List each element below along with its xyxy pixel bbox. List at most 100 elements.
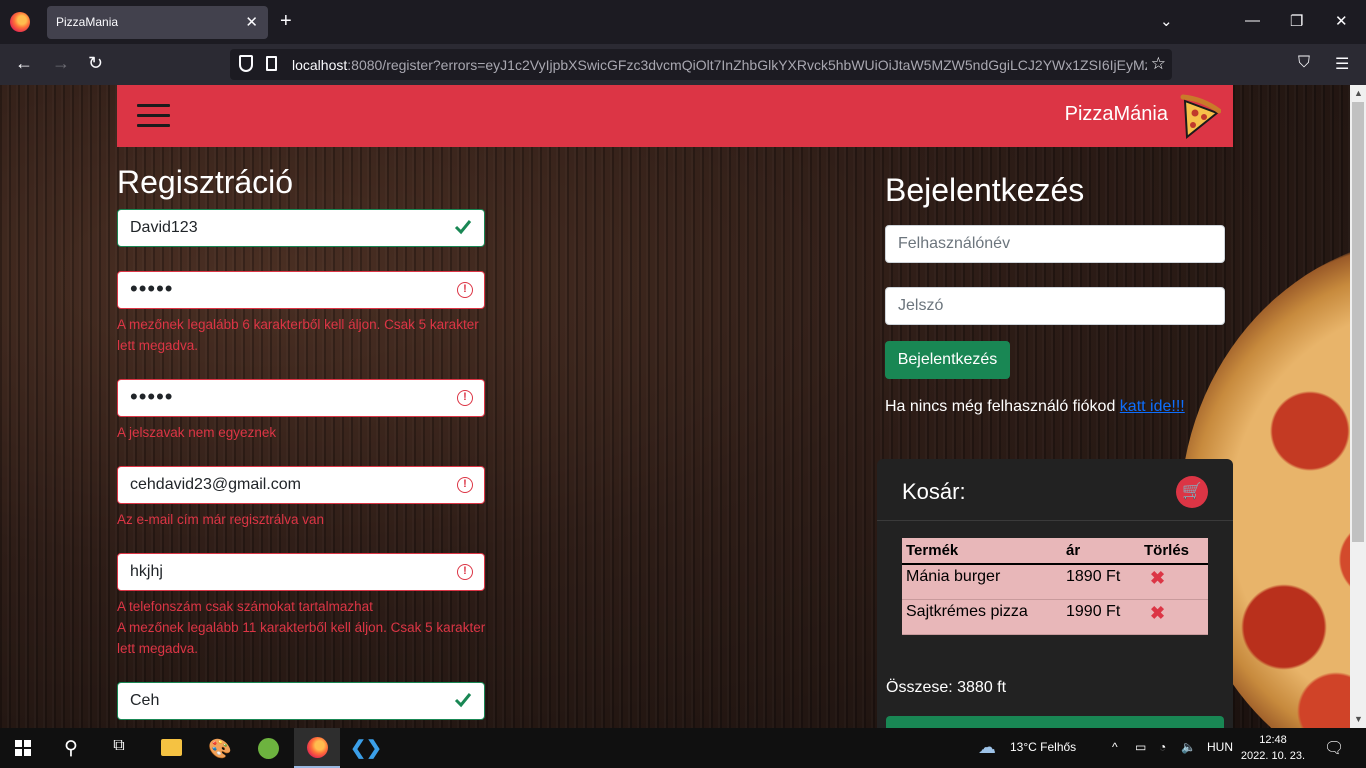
file-explorer-button[interactable] [148, 728, 194, 768]
table-row: Mánia burger 1890 Ft ✖ [902, 564, 1208, 600]
url-text[interactable]: localhost:8080/register?errors=eyJ1c2VyI… [292, 57, 1147, 73]
spring-app-button[interactable] [245, 728, 291, 768]
password-error: A mezőnek legalább 6 karakterből kell ál… [117, 317, 479, 353]
vscode-icon: ❮❯ [350, 738, 382, 759]
folder-icon [161, 739, 182, 756]
login-password-field[interactable] [886, 288, 1224, 324]
task-view-icon: ⧉ [113, 737, 125, 754]
error-icon: ! [457, 390, 473, 406]
reload-icon[interactable]: ↻ [88, 53, 103, 74]
no-account-line: Ha nincs még felhasználó fiókod katt ide… [885, 398, 1185, 416]
email-error: Az e-mail cím már regisztrálva van [117, 512, 325, 527]
weather-text[interactable]: 13°C Felhős [1010, 740, 1076, 754]
login-username-input[interactable] [885, 225, 1225, 263]
valid-check-icon [454, 220, 472, 235]
email-value: cehdavid23@gmail.com [130, 476, 301, 493]
col-product: Termék [902, 538, 1062, 565]
minimize-icon[interactable]: — [1245, 12, 1260, 29]
delete-icon[interactable]: ✖ [1150, 568, 1165, 589]
cart-panel: Kosár: 🛒 Termék ár Törlés Mánia burger 1… [877, 459, 1233, 746]
tracking-protection-icon[interactable] [239, 55, 253, 72]
error-icon: ! [457, 477, 473, 493]
page-info-icon[interactable] [266, 56, 277, 71]
clock-date: 2022. 10. 23. [1240, 750, 1306, 762]
login-button[interactable]: Bejelentkezés [885, 341, 1010, 379]
cart-total: Összese: 3880 ft [886, 679, 1007, 696]
col-price: ár [1062, 538, 1140, 565]
pizza-logo-icon[interactable] [1179, 93, 1221, 139]
scrollbar-thumb[interactable] [1352, 102, 1364, 542]
delete-icon[interactable]: ✖ [1150, 603, 1165, 624]
cart-table: Termék ár Törlés Mánia burger 1890 Ft ✖ … [902, 538, 1208, 635]
phone-error-digits: A telefonszám csak számokat tartalmazhat [117, 599, 373, 614]
password-field[interactable]: ••••• ! [117, 271, 485, 309]
language-indicator[interactable]: HUN [1207, 740, 1233, 754]
table-row: Sajtkrémes pizza 1990 Ft ✖ [902, 599, 1208, 635]
pocket-icon[interactable]: ⛉ [1298, 54, 1310, 72]
cart-divider [877, 520, 1233, 521]
search-button[interactable]: ⚲ [48, 728, 94, 768]
hamburger-menu-icon[interactable] [137, 104, 170, 128]
brand-name[interactable]: PizzaMánia [1065, 103, 1168, 126]
clock[interactable]: 12:48 2022. 10. 23. [1238, 732, 1308, 764]
phone-field[interactable]: hkjhj ! [117, 553, 485, 591]
weather-cloud-icon[interactable]: ☁ [978, 737, 996, 758]
leaf-icon [258, 738, 279, 759]
username-value: David123 [130, 219, 198, 236]
forward-icon[interactable]: → [52, 53, 70, 74]
search-icon: ⚲ [64, 738, 78, 759]
vscode-button[interactable]: ❮❯ [343, 728, 389, 768]
lastname-field[interactable]: Ceh [117, 682, 485, 720]
clock-time: 12:48 [1259, 734, 1287, 746]
password-confirm-field[interactable]: ••••• ! [117, 379, 485, 417]
menu-icon[interactable]: ☰ [1335, 54, 1349, 74]
firefox-taskbar-button[interactable] [294, 728, 340, 768]
cart-price: 1890 Ft [1062, 564, 1140, 600]
tab-list-icon[interactable]: ⌄ [1160, 12, 1173, 30]
email-field[interactable]: cehdavid23@gmail.com ! [117, 466, 485, 504]
windows-icon [15, 740, 31, 756]
username-field[interactable]: David123 [117, 209, 485, 247]
bookmark-star-icon[interactable]: ☆ [1151, 54, 1166, 74]
phone-value: hkjhj [130, 563, 163, 580]
battery-icon[interactable]: ▭ [1135, 740, 1146, 754]
notifications-icon[interactable]: 🗨 [1324, 738, 1344, 758]
no-account-text: Ha nincs még felhasználó fiókod [885, 398, 1120, 415]
browser-tab[interactable]: PizzaMania ✕ [47, 6, 268, 39]
firefox-icon[interactable] [10, 12, 30, 32]
cart-product: Mánia burger [902, 564, 1062, 600]
error-icon: ! [457, 564, 473, 580]
network-icon[interactable]: ◔ [1159, 740, 1166, 754]
login-password-input[interactable] [885, 287, 1225, 325]
login-title: Bejelentkezés [885, 172, 1085, 208]
close-window-icon[interactable]: ✕ [1335, 12, 1348, 30]
scroll-up-icon[interactable]: ▲ [1354, 88, 1363, 98]
login-username-field[interactable] [886, 226, 1224, 262]
new-tab-icon[interactable]: + [280, 10, 292, 33]
volume-icon[interactable]: 🔈 [1181, 740, 1196, 754]
paint-app-button[interactable]: 🎨 [197, 728, 243, 768]
cart-table-header: Termék ár Törlés [902, 538, 1208, 565]
cart-price: 1990 Ft [1062, 599, 1140, 635]
close-tab-icon[interactable]: ✕ [245, 13, 258, 31]
valid-check-icon [454, 693, 472, 708]
password-confirm-error: A jelszavak nem egyeznek [117, 425, 277, 440]
restore-icon[interactable]: ❐ [1290, 12, 1303, 30]
site-header: PizzaMánia [117, 85, 1233, 147]
register-title: Regisztráció [117, 164, 294, 200]
cart-product: Sajtkrémes pizza [902, 599, 1062, 635]
show-hidden-icons[interactable]: ^ [1112, 740, 1118, 754]
back-icon[interactable]: ← [15, 53, 33, 74]
tab-title: PizzaMania [56, 15, 119, 29]
error-icon: ! [457, 282, 473, 298]
address-bar[interactable]: localhost:8080/register?errors=eyJ1c2VyI… [230, 49, 1172, 80]
palette-icon: 🎨 [208, 739, 232, 760]
task-view-button[interactable]: ⧉ [96, 728, 142, 768]
register-link[interactable]: katt ide!!! [1120, 398, 1185, 415]
shopping-cart-icon[interactable]: 🛒 [1176, 476, 1208, 508]
password-confirm-value: ••••• [130, 384, 174, 409]
scroll-down-icon[interactable]: ▼ [1354, 714, 1363, 724]
cart-title: Kosár: [902, 479, 966, 504]
taskbar: ⚲ ⧉ 🎨 ❮❯ ☁ 13°C Felhős ^ ▭ ◔ 🔈 HUN 12:48… [0, 728, 1366, 768]
start-button[interactable] [0, 728, 46, 768]
